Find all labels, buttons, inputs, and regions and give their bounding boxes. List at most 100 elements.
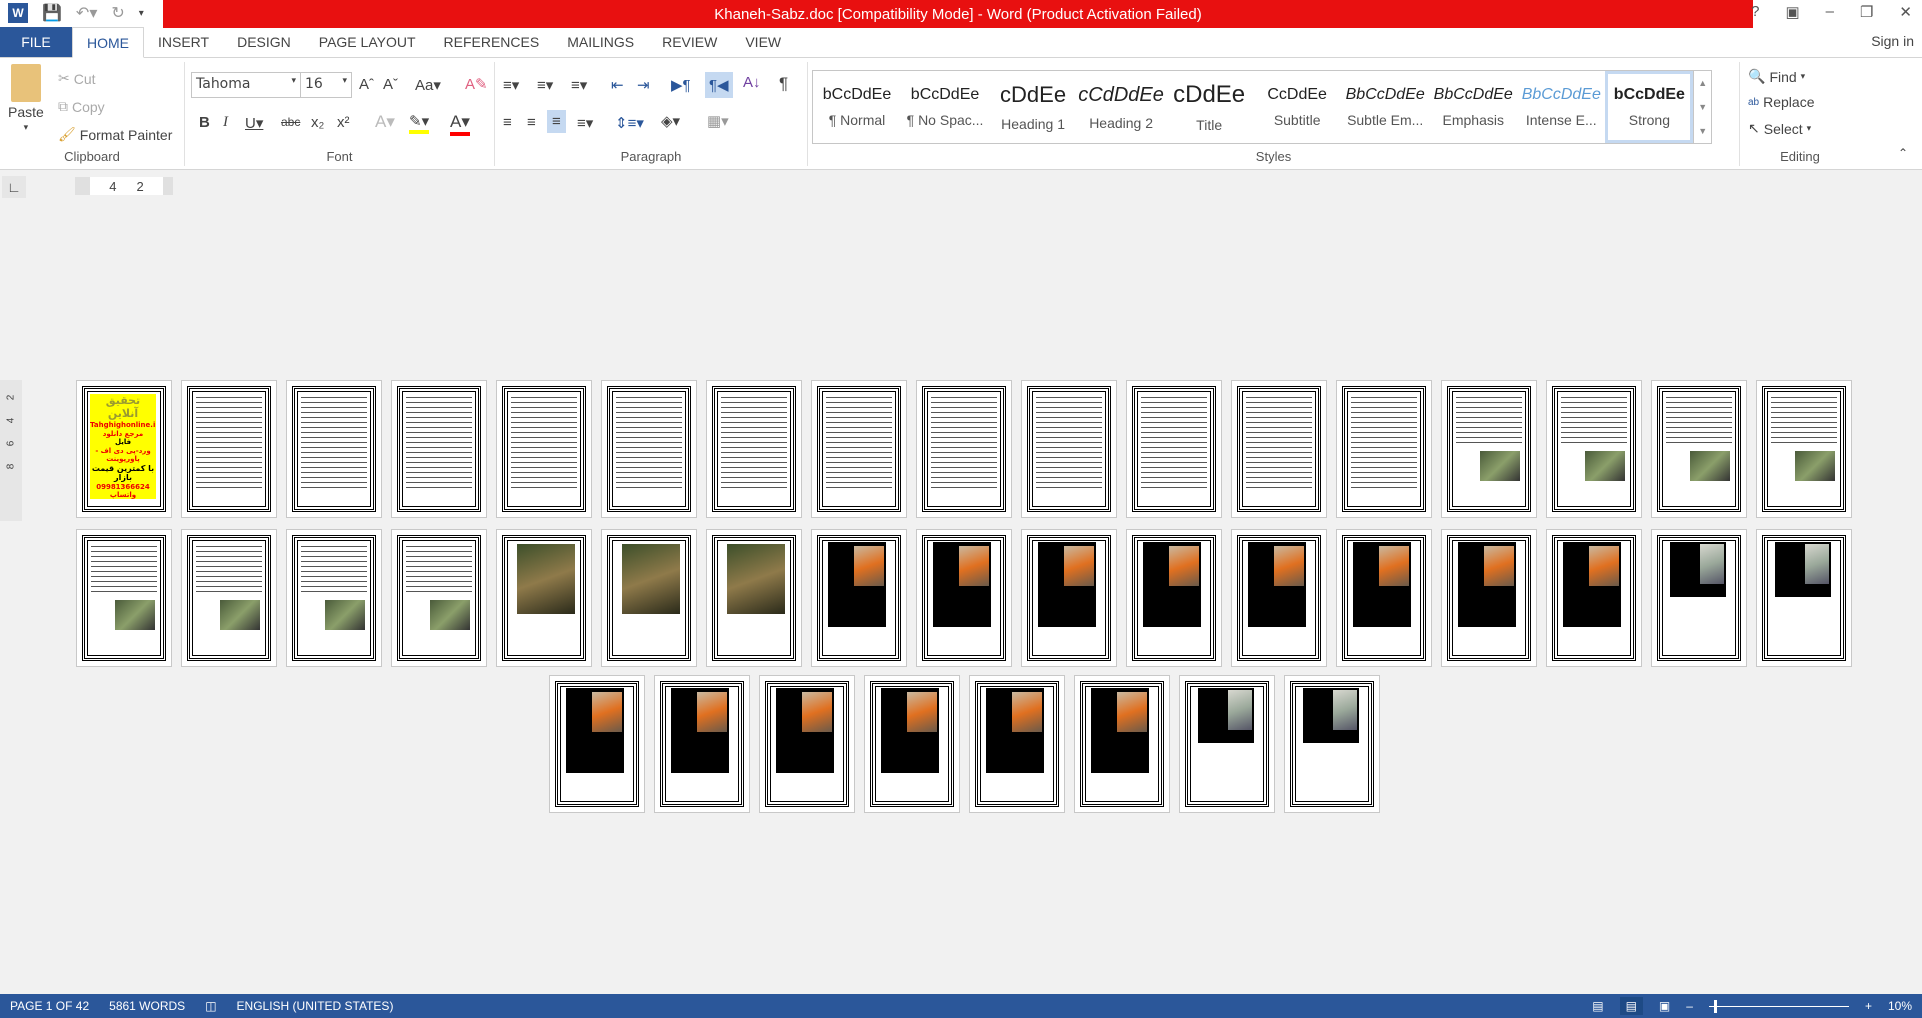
tab-file[interactable]: FILE — [0, 27, 72, 57]
page-thumbnail[interactable] — [864, 675, 960, 813]
ruler-bar[interactable]: 4 2 — [75, 177, 173, 195]
gallery-scroll[interactable]: ▲ ▼ ▼ — [1693, 71, 1711, 143]
show-marks-icon[interactable]: ¶ — [779, 74, 788, 94]
change-case-button[interactable]: Aa▾ — [415, 76, 441, 94]
page-thumbnail[interactable] — [1546, 380, 1642, 518]
page-thumbnail[interactable] — [496, 380, 592, 518]
cut-button[interactable]: ✂ Cut — [58, 70, 96, 87]
zoom-out-icon[interactable]: – — [1686, 999, 1693, 1013]
page-thumbnail[interactable] — [601, 529, 697, 667]
restore-icon[interactable]: ❐ — [1860, 3, 1873, 21]
underline-icon[interactable]: U▾ — [245, 114, 263, 132]
tab-design[interactable]: DESIGN — [223, 27, 305, 57]
justify-icon[interactable]: ≡▾ — [577, 114, 593, 132]
paste-button[interactable]: Paste ▾ — [8, 64, 44, 133]
style-item[interactable]: bCcDdEe ¶ Normal — [813, 71, 901, 143]
superscript-icon[interactable]: x² — [337, 114, 350, 131]
font-color-icon[interactable]: A▾ — [450, 112, 470, 136]
subscript-icon[interactable]: x₂ — [311, 114, 324, 131]
page-thumbnail[interactable] — [181, 529, 277, 667]
page-thumbnail[interactable] — [654, 675, 750, 813]
page-thumbnail[interactable] — [1126, 380, 1222, 518]
page-thumbnail[interactable] — [1336, 380, 1432, 518]
customize-qat-icon[interactable]: ▾ — [139, 8, 144, 19]
page-count[interactable]: PAGE 1 OF 42 — [0, 999, 99, 1013]
tab-selector[interactable]: ∟ — [2, 176, 26, 198]
page-thumbnail[interactable] — [1756, 529, 1852, 667]
find-button[interactable]: 🔍 Find ▾ — [1748, 68, 1805, 85]
page-thumbnail[interactable] — [811, 529, 907, 667]
zoom-in-icon[interactable]: + — [1865, 999, 1872, 1013]
page-thumbnail[interactable] — [1021, 529, 1117, 667]
page-thumbnail[interactable] — [549, 675, 645, 813]
increase-indent-icon[interactable]: ⇥ — [637, 76, 650, 94]
tab-page-layout[interactable]: PAGE LAYOUT — [305, 27, 430, 57]
style-item[interactable]: cDdEe Title — [1165, 71, 1253, 143]
proofing-icon[interactable]: ◫ — [195, 999, 226, 1013]
style-item[interactable]: bCcDdEe ¶ No Spac... — [901, 71, 989, 143]
page-thumbnail[interactable] — [1284, 675, 1380, 813]
scroll-down-icon[interactable]: ▼ — [1698, 102, 1707, 112]
page-thumbnail[interactable] — [706, 529, 802, 667]
page-thumbnail[interactable] — [601, 380, 697, 518]
zoom-slider-thumb[interactable] — [1713, 999, 1717, 1013]
clear-formatting-icon[interactable]: A✎ — [465, 75, 488, 93]
print-layout-icon[interactable]: ▤ — [1619, 997, 1643, 1015]
page-thumbnail[interactable] — [1441, 380, 1537, 518]
line-spacing-icon[interactable]: ⇕≡▾ — [615, 114, 644, 132]
save-icon[interactable]: 💾 — [42, 3, 62, 23]
strikethrough-icon[interactable]: abc — [281, 115, 300, 129]
tab-mailings[interactable]: MAILINGS — [553, 27, 648, 57]
rtl-icon[interactable]: ¶◀ — [705, 72, 733, 98]
numbering-icon[interactable]: ≡▾ — [537, 76, 553, 94]
replace-button[interactable]: ab Replace — [1748, 94, 1815, 110]
tab-review[interactable]: REVIEW — [648, 27, 731, 57]
tab-insert[interactable]: INSERT — [144, 27, 223, 57]
document-canvas[interactable]: تحقیق آنلاین Tahghighonline.ir مرجع دانلود… — [22, 202, 1922, 992]
highlight-color-icon[interactable]: ✎▾ — [409, 112, 430, 134]
gallery-more-icon[interactable]: ▼ — [1698, 126, 1707, 136]
minimize-icon[interactable]: – — [1826, 3, 1834, 21]
style-item[interactable]: BbCcDdEe Emphasis — [1429, 71, 1517, 143]
undo-icon[interactable]: ↶▾ — [76, 3, 97, 23]
format-painter-button[interactable]: 🖌 Format Painter — [58, 126, 172, 143]
page-thumbnail[interactable] — [76, 529, 172, 667]
page-thumbnail[interactable] — [286, 529, 382, 667]
align-center-icon[interactable]: ≡ — [527, 114, 536, 131]
select-button[interactable]: ↖ Select ▾ — [1748, 120, 1811, 137]
page-thumbnail[interactable] — [1179, 675, 1275, 813]
tab-references[interactable]: REFERENCES — [430, 27, 554, 57]
ribbon-display-icon[interactable]: ▣ — [1785, 3, 1799, 21]
word-count[interactable]: 5861 WORDS — [99, 999, 195, 1013]
multilevel-list-icon[interactable]: ≡▾ — [571, 76, 587, 94]
style-item[interactable]: cCdDdEe Heading 2 — [1077, 71, 1165, 143]
copy-button[interactable]: ⧉ Copy — [58, 98, 105, 115]
page-thumbnail[interactable] — [1756, 380, 1852, 518]
page-thumbnail[interactable] — [1231, 529, 1327, 667]
align-right-icon[interactable]: ≡ — [547, 110, 566, 133]
page-thumbnail[interactable]: تحقیق آنلاین Tahghighonline.ir مرجع دانلود… — [76, 380, 172, 518]
redo-icon[interactable]: ↻ — [111, 3, 124, 23]
shrink-font-icon[interactable]: Aˇ — [383, 76, 398, 93]
page-thumbnail[interactable] — [391, 380, 487, 518]
page-thumbnail[interactable] — [916, 529, 1012, 667]
text-effects-icon[interactable]: A▾ — [375, 112, 395, 132]
web-layout-icon[interactable]: ▣ — [1659, 999, 1670, 1013]
read-mode-icon[interactable]: ▤ — [1592, 999, 1603, 1013]
align-left-icon[interactable]: ≡ — [503, 114, 512, 131]
help-icon[interactable]: ? — [1751, 3, 1759, 21]
sort-icon[interactable]: A↓ — [743, 74, 761, 91]
page-thumbnail[interactable] — [706, 380, 802, 518]
tab-home[interactable]: HOME — [72, 27, 144, 58]
page-thumbnail[interactable] — [1074, 675, 1170, 813]
page-thumbnail[interactable] — [969, 675, 1065, 813]
page-thumbnail[interactable] — [1336, 529, 1432, 667]
page-thumbnail[interactable] — [1126, 529, 1222, 667]
style-item[interactable]: BbCcDdEe Intense E... — [1517, 71, 1605, 143]
ltr-icon[interactable]: ▶¶ — [671, 76, 691, 94]
language[interactable]: ENGLISH (UNITED STATES) — [227, 999, 404, 1013]
page-thumbnail[interactable] — [391, 529, 487, 667]
style-item[interactable]: bCcDdEe Strong — [1605, 71, 1694, 143]
style-item[interactable]: cDdEe Heading 1 — [989, 71, 1077, 143]
grow-font-icon[interactable]: Aˆ — [359, 76, 374, 93]
